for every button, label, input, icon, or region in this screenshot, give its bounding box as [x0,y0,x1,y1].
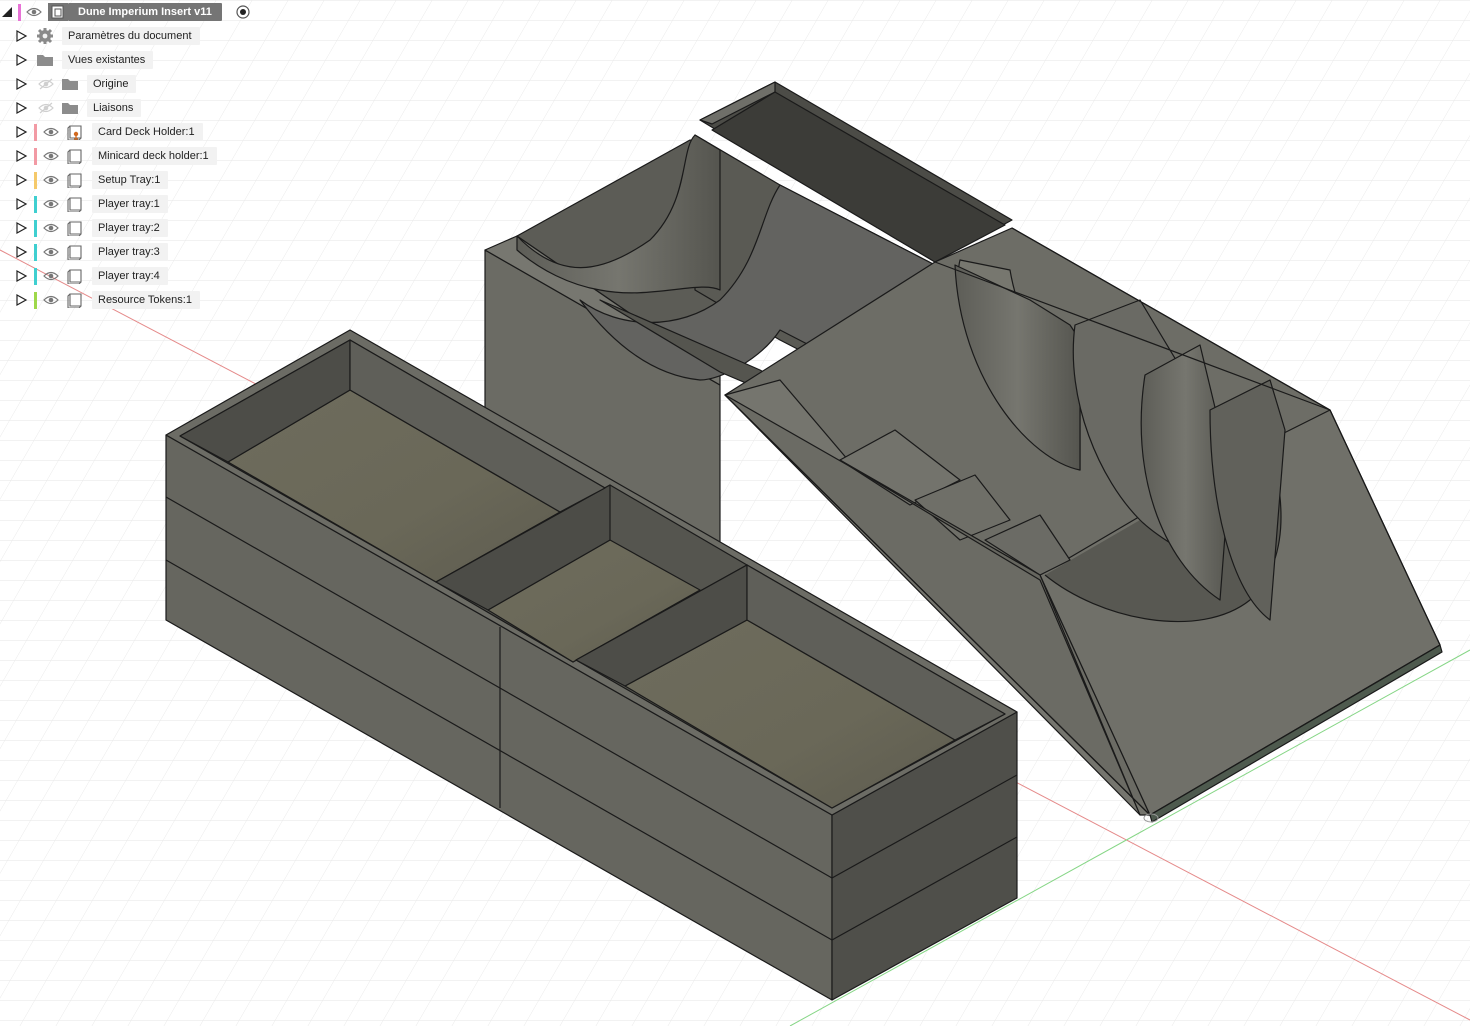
eye-icon[interactable] [43,294,59,306]
folder-icon [36,52,54,68]
folder-label-named-views[interactable]: Vues existantes [62,51,154,69]
component-label[interactable]: Player tray:4 [92,267,168,285]
eye-icon[interactable] [43,174,59,186]
eye-hidden-icon[interactable] [38,78,54,90]
component-icon [66,244,84,261]
component-label[interactable]: Player tray:3 [92,243,168,261]
browser-root-row[interactable]: Dune Imperium Insert v11 [0,1,270,23]
component-color-swatch [34,196,37,213]
root-document-name[interactable]: Dune Imperium Insert v11 [68,3,222,21]
browser-folder-row[interactable]: Paramètres du document [0,25,270,47]
component-label[interactable]: Setup Tray:1 [92,171,169,189]
browser-component-row[interactable]: Player tray:4 [0,265,270,287]
browser-component-row[interactable]: Card Deck Holder:1 [0,121,270,143]
component-icon [66,268,84,285]
component-color-swatch [34,124,37,141]
component-color-swatch [34,148,37,165]
expand-triangle-icon[interactable] [14,245,28,259]
component-color-swatch [34,268,37,285]
eye-icon[interactable] [26,6,42,18]
expand-triangle-icon[interactable] [14,293,28,307]
component-color-swatch [34,244,37,261]
component-active-icon [66,124,84,141]
browser-component-row[interactable]: Resource Tokens:1 [0,289,270,311]
component-icon [66,172,84,189]
component-color-swatch [34,172,37,189]
expand-triangle-icon[interactable] [14,101,28,115]
folder-icon [61,76,79,92]
expand-triangle-icon[interactable] [14,29,28,43]
component-label[interactable]: Minicard deck holder:1 [92,147,217,165]
expand-triangle-icon[interactable] [14,125,28,139]
component-color-swatch [34,292,37,309]
document-icon [48,3,68,21]
component-icon [66,220,84,237]
expand-triangle-icon[interactable] [14,53,28,67]
component-color-swatch [34,220,37,237]
browser-component-row[interactable]: Player tray:2 [0,217,270,239]
expand-triangle-icon[interactable] [14,173,28,187]
folder-label-origin[interactable]: Origine [87,75,137,93]
component-label[interactable]: Card Deck Holder:1 [92,123,203,141]
eye-icon[interactable] [43,246,59,258]
folder-label-joints[interactable]: Liaisons [87,99,142,117]
expand-triangle-icon[interactable] [14,77,28,91]
browser-folder-row[interactable]: Vues existantes [0,49,270,71]
browser-folder-row[interactable]: Origine [0,73,270,95]
eye-icon[interactable] [43,270,59,282]
expand-triangle-icon[interactable] [14,197,28,211]
eye-icon[interactable] [43,126,59,138]
folder-icon [61,100,79,116]
browser-component-row[interactable]: Minicard deck holder:1 [0,145,270,167]
eye-icon[interactable] [43,222,59,234]
expand-triangle-icon[interactable] [14,269,28,283]
root-color-swatch [18,4,21,21]
component-icon [66,148,84,165]
expand-triangle-icon[interactable] [14,221,28,235]
browser-component-row[interactable]: Player tray:1 [0,193,270,215]
browser-folder-row[interactable]: Liaisons [0,97,270,119]
eye-icon[interactable] [43,150,59,162]
component-label[interactable]: Resource Tokens:1 [92,291,200,309]
component-label[interactable]: Player tray:1 [92,195,168,213]
eye-icon[interactable] [43,198,59,210]
browser-component-row[interactable]: Player tray:3 [0,241,270,263]
component-label[interactable]: Player tray:2 [92,219,168,237]
eye-hidden-icon[interactable] [38,102,54,114]
gear-icon [36,28,54,44]
expand-triangle-icon[interactable] [14,149,28,163]
folder-label-document-settings[interactable]: Paramètres du document [62,27,200,45]
component-icon [66,196,84,213]
component-icon [66,292,84,309]
browser-component-row[interactable]: Setup Tray:1 [0,169,270,191]
activate-radio-icon[interactable] [235,4,251,20]
collapse-triangle-icon[interactable] [0,5,14,19]
